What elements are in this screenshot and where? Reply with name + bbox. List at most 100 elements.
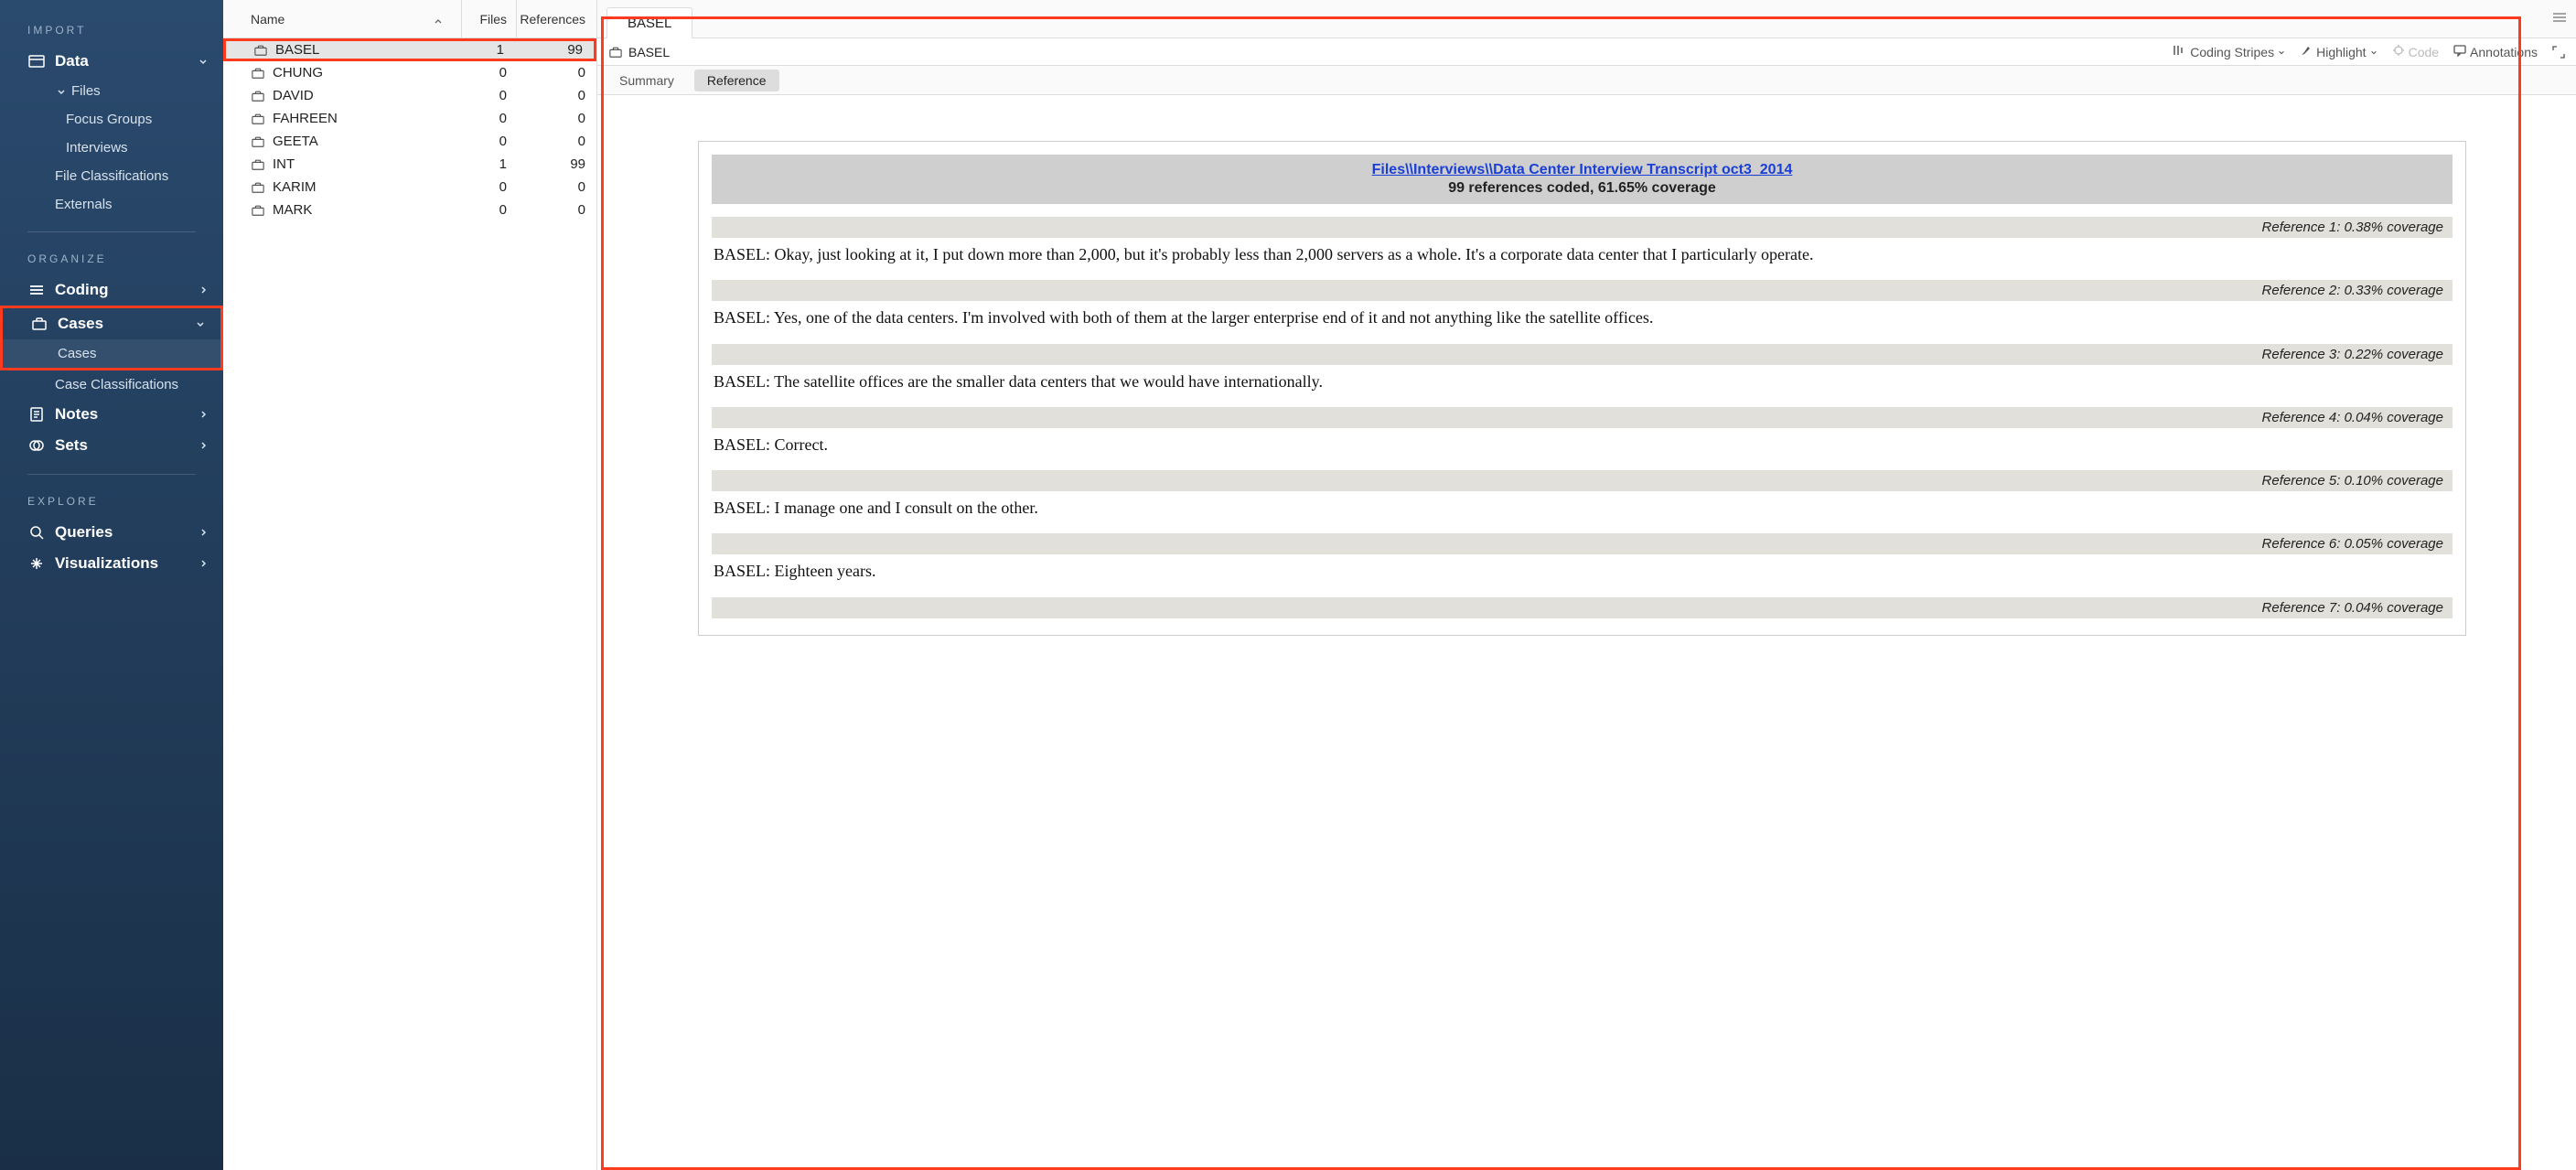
sidebar-item-queries[interactable]: Queries <box>0 517 223 548</box>
cases-icon <box>30 315 48 333</box>
reference-label: Reference 6: 0.05% coverage <box>712 533 2453 554</box>
reference-text[interactable]: BASEL: The satellite offices are the sma… <box>712 369 2453 407</box>
row-name: FAHREEN <box>273 111 338 126</box>
tool-label: Coding Stripes <box>2190 45 2274 59</box>
chevron-down-icon <box>2278 48 2285 56</box>
list-header: Name Files References <box>223 0 596 38</box>
section-organize-label: ORGANIZE <box>0 245 223 274</box>
tab-label: BASEL <box>628 16 671 31</box>
tool-coding-stripes[interactable]: Coding Stripes <box>2172 44 2285 59</box>
reference-text[interactable]: BASEL: Yes, one of the data centers. I'm… <box>712 305 2453 343</box>
table-row[interactable]: DAVID00 <box>223 84 596 107</box>
col-label: Files <box>479 12 507 27</box>
doc-link[interactable]: Files\\Interviews\\Data Center Interview… <box>1372 162 1793 177</box>
sidebar-item-notes[interactable]: Notes <box>0 399 223 430</box>
row-name: BASEL <box>275 42 319 58</box>
col-header-name[interactable]: Name <box>223 0 461 38</box>
nav-label: Interviews <box>66 140 128 156</box>
sub-tabs: Summary Reference <box>597 66 2576 95</box>
chevron-down-icon <box>196 57 210 66</box>
row-files: 0 <box>461 202 516 218</box>
table-row[interactable]: FAHREEN00 <box>223 107 596 130</box>
detail-panel: BASEL BASEL Coding Stripes <box>597 0 2576 1170</box>
nav-label: Visualizations <box>55 554 158 573</box>
tool-label: Annotations <box>2470 45 2538 59</box>
divider <box>27 231 196 232</box>
nav-label: File Classifications <box>55 168 168 184</box>
reference-label: Reference 2: 0.33% coverage <box>712 280 2453 301</box>
reference-text[interactable]: BASEL: Okay, just looking at it, I put d… <box>712 242 2453 280</box>
nav-label: Coding <box>55 281 109 299</box>
sidebar-item-focus-groups[interactable]: Focus Groups <box>0 105 223 134</box>
sidebar-item-case-classifications[interactable]: Case Classifications <box>0 370 223 399</box>
table-row[interactable]: BASEL199 <box>223 38 596 61</box>
sub-tab-reference[interactable]: Reference <box>694 70 779 91</box>
nav-label: Focus Groups <box>66 112 152 127</box>
chevron-right-icon <box>196 441 210 450</box>
sidebar: IMPORT Data Files Focus Groups Interview… <box>0 0 223 1170</box>
sidebar-item-visualizations[interactable]: Visualizations <box>0 548 223 579</box>
tool-code[interactable]: Code <box>2392 44 2439 59</box>
table-row[interactable]: INT199 <box>223 153 596 176</box>
row-refs: 99 <box>516 156 596 172</box>
col-label: Name <box>251 12 284 27</box>
sidebar-item-cases-sub[interactable]: Cases <box>3 339 220 368</box>
highlight-icon <box>2300 44 2313 59</box>
reference-text[interactable]: BASEL: Eighteen years. <box>712 558 2453 596</box>
case-icon <box>251 113 265 125</box>
visualizations-icon <box>27 554 46 573</box>
row-refs: 0 <box>516 88 596 103</box>
table-row[interactable]: MARK00 <box>223 199 596 221</box>
row-refs: 0 <box>516 134 596 149</box>
sidebar-item-data[interactable]: Data <box>0 46 223 77</box>
tool-label: Highlight <box>2316 45 2366 59</box>
tab-label: Reference <box>707 73 767 88</box>
row-refs: 0 <box>516 111 596 126</box>
nav-label: Data <box>55 52 89 70</box>
list-body: BASEL199CHUNG00DAVID00FAHREEN00GEETA00IN… <box>223 38 596 1170</box>
sidebar-item-cases[interactable]: Cases <box>3 308 220 339</box>
sidebar-item-coding[interactable]: Coding <box>0 274 223 306</box>
row-name: KARIM <box>273 179 317 195</box>
detail-bar: BASEL Coding Stripes Highlight <box>597 38 2576 66</box>
sidebar-item-externals[interactable]: Externals <box>0 190 223 219</box>
tool-highlight[interactable]: Highlight <box>2300 44 2377 59</box>
detail-tab-basel[interactable]: BASEL <box>606 7 692 38</box>
chevron-right-icon <box>196 528 210 537</box>
coding-stripes-icon <box>2172 44 2186 59</box>
chevron-down-icon <box>55 87 68 96</box>
content-area[interactable]: Files\\Interviews\\Data Center Interview… <box>597 95 2576 1170</box>
sidebar-item-interviews[interactable]: Interviews <box>0 134 223 162</box>
nav-label: Externals <box>55 197 113 212</box>
reference-label: Reference 3: 0.22% coverage <box>712 344 2453 365</box>
tool-annotations[interactable]: Annotations <box>2453 44 2538 59</box>
reference-label: Reference 7: 0.04% coverage <box>712 597 2453 618</box>
tool-expand[interactable] <box>2552 46 2565 59</box>
doc-subheader: 99 references coded, 61.65% coverage <box>719 180 2445 197</box>
col-header-references[interactable]: References <box>516 0 596 38</box>
sidebar-item-file-classifications[interactable]: File Classifications <box>0 162 223 190</box>
highlight-cases: Cases Cases <box>0 306 223 370</box>
document: Files\\Interviews\\Data Center Interview… <box>698 141 2466 636</box>
sidebar-item-files[interactable]: Files <box>0 77 223 105</box>
case-icon <box>608 46 623 59</box>
references-container: Reference 1: 0.38% coverageBASEL: Okay, … <box>712 217 2453 618</box>
table-row[interactable]: CHUNG00 <box>223 61 596 84</box>
detail-tabs: BASEL <box>597 0 2576 38</box>
sidebar-item-sets[interactable]: Sets <box>0 430 223 461</box>
nav-label: Cases <box>58 315 103 333</box>
list-panel: Name Files References BASEL199CHUNG00DAV… <box>223 0 597 1170</box>
case-icon <box>251 67 265 80</box>
row-refs: 0 <box>516 179 596 195</box>
row-files: 0 <box>461 88 516 103</box>
sub-tab-summary[interactable]: Summary <box>606 70 687 91</box>
row-refs: 99 <box>513 42 594 58</box>
reference-text[interactable]: BASEL: I manage one and I consult on the… <box>712 495 2453 533</box>
menu-icon[interactable] <box>2552 11 2567 27</box>
col-header-files[interactable]: Files <box>461 0 516 38</box>
table-row[interactable]: GEETA00 <box>223 130 596 153</box>
case-icon <box>251 181 265 194</box>
reference-text[interactable]: BASEL: Correct. <box>712 432 2453 470</box>
table-row[interactable]: KARIM 00 <box>223 176 596 199</box>
row-files: 0 <box>461 179 516 195</box>
